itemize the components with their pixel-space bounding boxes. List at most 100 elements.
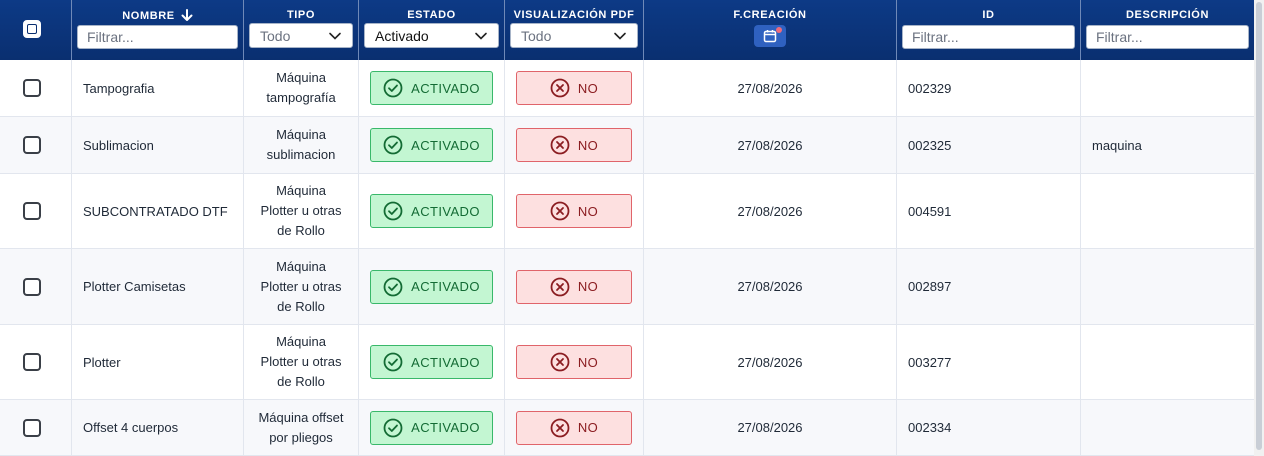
header-tipo[interactable]: TIPO Todo — [244, 0, 359, 60]
no-badge[interactable]: NO — [516, 194, 632, 228]
tipo-text: Máquina tampografía — [266, 68, 335, 108]
grid-body: Tampografia Máquina tampografía ACTIVADO… — [0, 60, 1254, 456]
vertical-scrollbar[interactable] — [1254, 0, 1264, 456]
estado-cell: ACTIVADO — [359, 60, 505, 116]
nombre-filter-input[interactable] — [77, 25, 238, 49]
tipo-line: Máquina — [276, 127, 326, 142]
fecha-cell: 27/08/2026 — [644, 60, 897, 116]
nombre-cell: SUBCONTRATADO DTF — [72, 174, 244, 248]
pdf-cell: NO — [505, 174, 644, 248]
no-badge[interactable]: NO — [516, 345, 632, 379]
check-circle-icon — [383, 201, 403, 221]
no-badge[interactable]: NO — [516, 128, 632, 162]
header-pdf-label: VISUALIZACIÓN PDF — [513, 9, 635, 21]
x-circle-icon — [550, 78, 570, 98]
estado-cell: ACTIVADO — [359, 117, 505, 173]
estado-label: ACTIVADO — [411, 203, 480, 219]
header-nombre-title: NOMBRE — [72, 9, 243, 22]
select-all-checkbox[interactable] — [23, 20, 41, 38]
activado-badge[interactable]: ACTIVADO — [370, 194, 493, 228]
nombre-cell: Plotter — [72, 325, 244, 399]
header-fecha[interactable]: F.CREACIÓN — [644, 0, 897, 60]
x-circle-icon — [550, 277, 570, 296]
fecha-cell: 27/08/2026 — [644, 174, 897, 248]
machines-grid: NOMBRE TIPO Todo ESTADO Activado VISUALI… — [0, 0, 1254, 456]
nombre-cell: Sublimacion — [72, 117, 244, 173]
activado-badge[interactable]: ACTIVADO — [370, 128, 493, 162]
estado-filter-select[interactable]: Activado — [364, 23, 499, 48]
tipo-cell: Máquina Plotter u otras de Rollo — [244, 325, 359, 399]
calendar-filter-button[interactable] — [754, 25, 786, 47]
table-row[interactable]: SUBCONTRATADO DTF Máquina Plotter u otra… — [0, 174, 1254, 249]
nombre-cell: Offset 4 cuerpos — [72, 400, 244, 455]
estado-cell: ACTIVADO — [359, 174, 505, 248]
row-select-cell — [0, 60, 72, 116]
pdf-cell: NO — [505, 400, 644, 455]
descripcion-cell: maquina — [1092, 137, 1142, 153]
x-circle-icon — [550, 201, 570, 221]
fecha-cell: 27/08/2026 — [644, 117, 897, 173]
tipo-text: Máquina Plotter u otras de Rollo — [261, 332, 342, 392]
nombre-cell: Plotter Camisetas — [72, 249, 244, 324]
activado-badge[interactable]: ACTIVADO — [370, 410, 493, 445]
header-tipo-label: TIPO — [286, 9, 316, 21]
row-select-cell — [0, 400, 72, 455]
table-row[interactable]: Offset 4 cuerpos Máquina offset por plie… — [0, 400, 1254, 456]
estado-label: ACTIVADO — [411, 137, 480, 153]
activado-badge[interactable]: ACTIVADO — [370, 269, 493, 304]
header-id-label: ID — [982, 9, 995, 21]
tipo-text: Máquina offset por pliegos — [258, 408, 343, 448]
header-estado[interactable]: ESTADO Activado — [359, 0, 505, 60]
activado-badge[interactable]: ACTIVADO — [370, 345, 493, 379]
tipo-cell: Máquina Plotter u otras de Rollo — [244, 174, 359, 248]
tipo-line: Plotter u otras — [260, 278, 342, 294]
header-estado-label: ESTADO — [407, 9, 456, 21]
row-checkbox[interactable] — [23, 202, 41, 220]
no-badge[interactable]: NO — [516, 269, 632, 304]
estado-filter-value: Activado — [375, 27, 429, 44]
tipo-text: Máquina Plotter u otras de Rollo — [261, 181, 342, 241]
tipo-cell: Máquina sublimacion — [244, 117, 359, 173]
no-badge[interactable]: NO — [516, 71, 632, 105]
table-row[interactable]: Plotter Máquina Plotter u otras de Rollo… — [0, 325, 1254, 400]
tipo-cell: Máquina offset por pliegos — [244, 400, 359, 455]
row-checkbox[interactable] — [23, 418, 41, 437]
header-nombre-label: NOMBRE — [122, 9, 175, 22]
descripcion-cell — [1081, 249, 1254, 324]
row-checkbox[interactable] — [23, 79, 41, 97]
pdf-filter-value: Todo — [521, 27, 552, 44]
pdf-filter-select[interactable]: Todo — [510, 23, 638, 48]
header-pdf[interactable]: VISUALIZACIÓN PDF Todo — [505, 0, 644, 60]
row-checkbox[interactable] — [23, 277, 41, 296]
tipo-line: Máquina — [276, 70, 326, 85]
tipo-filter-select[interactable]: Todo — [249, 23, 353, 48]
table-row[interactable]: Tampografia Máquina tampografía ACTIVADO… — [0, 60, 1254, 117]
table-row[interactable]: Plotter Camisetas Máquina Plotter u otra… — [0, 249, 1254, 325]
chevron-down-icon — [329, 32, 341, 40]
pdf-label: NO — [577, 279, 599, 294]
id-cell: 002897 — [897, 249, 1081, 324]
pdf-label: NO — [577, 137, 599, 153]
tipo-line: Plotter u otras — [260, 203, 342, 218]
no-badge[interactable]: NO — [516, 410, 632, 445]
tipo-text: Máquina Plotter u otras de Rollo — [261, 257, 342, 317]
row-checkbox[interactable] — [23, 353, 41, 371]
row-checkbox[interactable] — [23, 136, 41, 154]
scrollbar-thumb[interactable] — [1256, 2, 1262, 450]
header-descripcion[interactable]: DESCRIPCIÓN — [1081, 0, 1254, 60]
descripcion-cell — [1081, 400, 1254, 455]
x-circle-icon — [550, 418, 570, 437]
activado-badge[interactable]: ACTIVADO — [370, 71, 493, 105]
estado-label: ACTIVADO — [411, 80, 480, 96]
estado-cell: ACTIVADO — [359, 325, 505, 399]
tipo-text: Máquina sublimacion — [267, 125, 336, 165]
header-nombre[interactable]: NOMBRE — [72, 0, 244, 60]
estado-label: ACTIVADO — [411, 354, 480, 370]
table-row[interactable]: Sublimacion Máquina sublimacion ACTIVADO… — [0, 117, 1254, 174]
id-filter-input[interactable] — [902, 25, 1075, 49]
header-id[interactable]: ID — [897, 0, 1081, 60]
descripcion-filter-input[interactable] — [1086, 25, 1249, 49]
sort-arrow-down-icon[interactable] — [181, 9, 193, 22]
nombre-cell: Tampografia — [72, 60, 244, 116]
estado-cell: ACTIVADO — [359, 400, 505, 455]
